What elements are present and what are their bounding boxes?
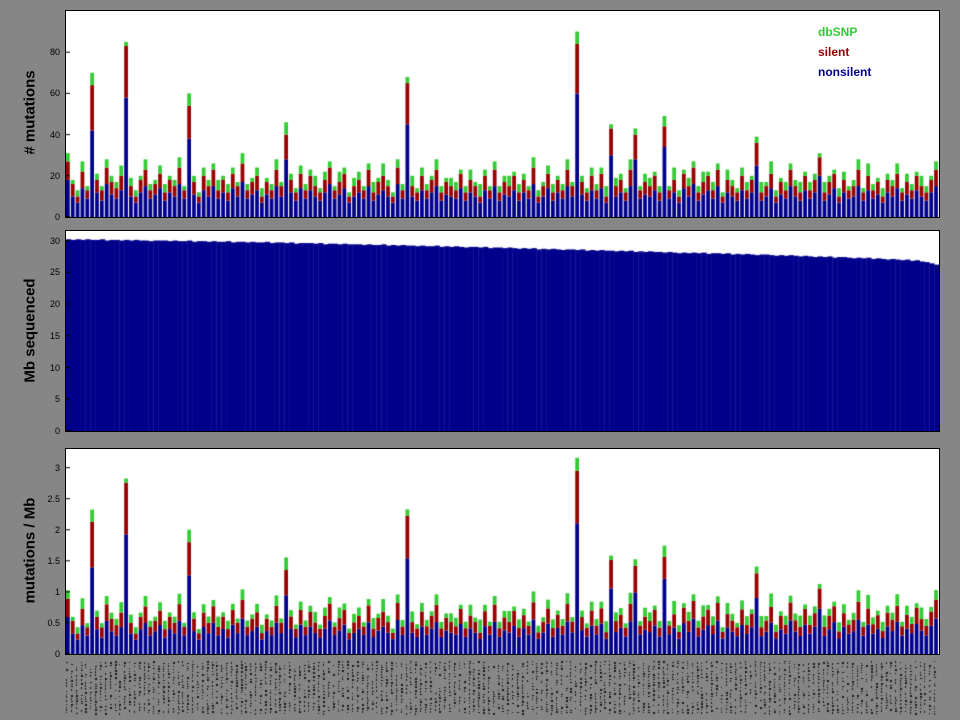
mutations-bar-canvas — [66, 11, 939, 217]
legend-item-silent: silent — [818, 45, 850, 59]
panel-mutations-plot — [65, 10, 940, 218]
rate-bar-canvas — [66, 449, 939, 654]
panel-rate-plot — [65, 448, 940, 655]
legend-item-nonsilent: nonsilent — [818, 65, 872, 79]
mb-bar-canvas — [66, 231, 939, 431]
ylabel-num-mutations: # mutations — [21, 70, 39, 155]
legend: dbSNP silent nonsilent — [818, 22, 871, 82]
legend-item-dbsnp: dbSNP — [818, 25, 858, 39]
sample-labels-strip — [65, 660, 938, 716]
panel-mb-plot — [65, 230, 940, 432]
